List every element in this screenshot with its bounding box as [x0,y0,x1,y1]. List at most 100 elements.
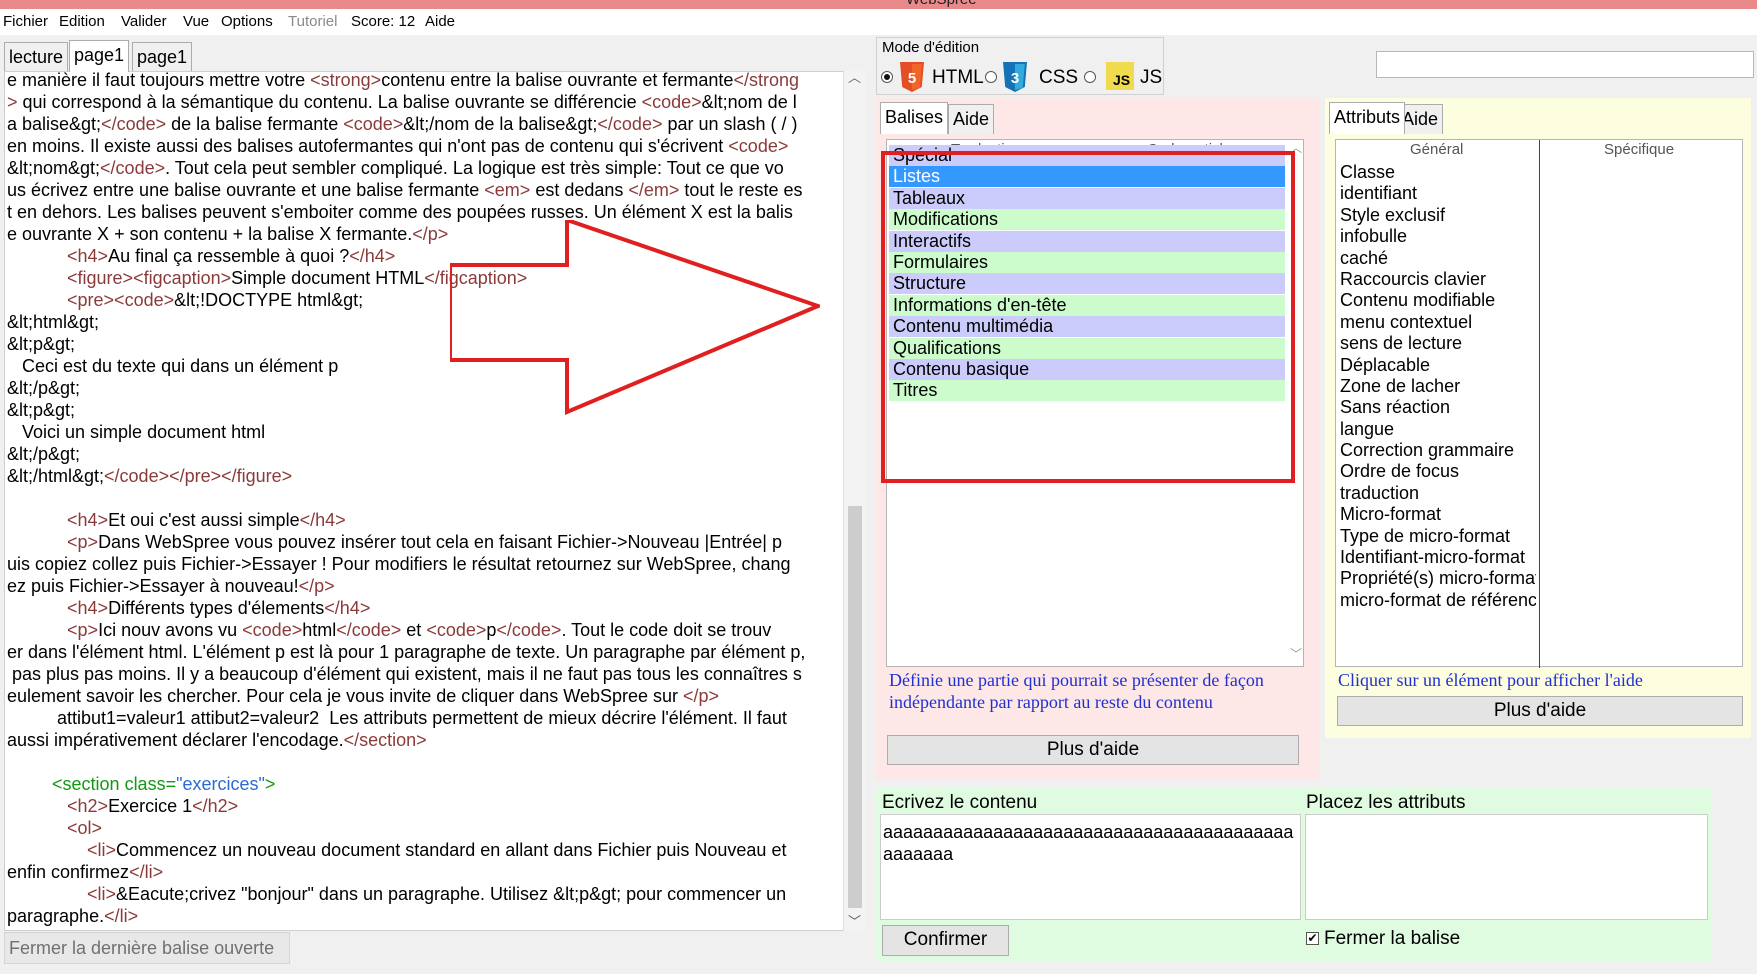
code-token: > [7,92,18,112]
code-token: Différents types d'élements [108,598,325,618]
code-line: en moins. Il existe aussi des balises au… [7,135,827,157]
code-editor[interactable]: e manière il faut toujours mettre votre … [4,71,847,931]
attribute-item[interactable]: Identifiant-micro-format [1340,547,1536,568]
code-token: "exercices" [176,774,265,794]
code-token: html [302,620,337,640]
code-token: &lt;nom&gt; [7,158,101,178]
code-token: &lt;p&gt; [7,400,76,420]
tag-more-help-button[interactable]: Plus d'aide [887,735,1299,765]
arrow-annotation-icon [450,220,820,416]
attributes-textarea[interactable] [1305,814,1708,920]
attribute-item[interactable]: langue [1340,419,1536,440]
code-line: us écrivez entre une balise ouvrante et … [7,179,827,201]
attribute-help-text: Cliquer sur un élément pour afficher l'a… [1338,670,1643,690]
close-tag-label[interactable]: Fermer la balise [1324,928,1460,950]
close-tag-checkbox[interactable]: ✔ [1306,932,1319,945]
attribute-item[interactable]: identifiant [1340,183,1536,204]
code-token: <p> [67,620,99,640]
html-mode-radio[interactable] [881,71,893,83]
code-line: &lt;/p&gt; [7,443,827,465]
code-token: attibut1=valeur1 attibut2=valeur2 Les at… [7,708,787,728]
code-token: <h2> [67,796,109,816]
balises-tab-balises[interactable]: Balises [880,102,949,134]
code-token: <code> [641,92,702,112]
code-token: </p> [412,224,449,244]
attribute-item[interactable]: Correction grammaire [1340,440,1536,461]
scroll-down-icon[interactable]: ﹀ [848,911,861,930]
attribute-item[interactable]: Type de micro-format [1340,526,1536,547]
attribute-item[interactable]: Classe [1340,162,1536,183]
menu-tutoriel[interactable]: Tutoriel [288,13,337,30]
css-mode-label: CSS [1039,67,1079,88]
attribute-item[interactable]: Micro-format [1340,504,1536,525]
css-mode-radio[interactable] [985,71,997,83]
attribute-tab-attributs[interactable]: Attributs [1329,102,1406,134]
tag-help-text: Définie une partie qui pourrait se prése… [889,670,1264,712]
svg-text:3: 3 [1011,70,1019,87]
balises-tab-aide[interactable]: Aide [948,104,995,134]
editor-tab-2[interactable]: page1 [132,42,193,72]
menu-aide[interactable]: Aide [425,13,455,30]
code-token: &lt;/p&gt; [7,444,81,464]
column-divider [1539,140,1540,668]
attribute-item[interactable]: Contenu modifiable [1340,290,1536,311]
attribute-item[interactable]: menu contextuel [1340,312,1536,333]
code-token: Ici nouv avons vu [98,620,243,640]
code-token: eulement savoir les chercher. Pour cela … [7,686,684,706]
menu-edition[interactable]: Edition [59,13,105,30]
code-line: uis copiez collez puis Fichier->Essayer … [7,553,827,575]
list-scroll-down-icon[interactable]: ﹀ [1290,645,1302,662]
attribute-item[interactable]: traduction [1340,483,1536,504]
attribute-item[interactable]: Zone de lacher [1340,376,1536,397]
menu-vue[interactable]: Vue [183,13,209,30]
code-token: &lt;/nom de la balise&gt; [403,114,598,134]
column-general[interactable]: Général [1410,141,1463,158]
code-line: ez puis Fichier->Essayer à nouveau!</p> [7,575,827,597]
editor-tab-1[interactable]: page1 [69,40,130,72]
code-token: <code> [728,136,789,156]
attribute-item[interactable]: infobulle [1340,226,1536,247]
content-textarea[interactable]: aaaaaaaaaaaaaaaaaaaaaaaaaaaaaaaaaaaaaaaa… [880,814,1301,920]
code-line: Voici un simple document html [7,421,827,443]
code-line: eulement savoir les chercher. Pour cela … [7,685,827,707]
attribute-more-help-button[interactable]: Plus d'aide [1337,696,1743,726]
attribute-item[interactable]: Déplacable [1340,355,1536,376]
code-token: </strong [733,71,799,90]
editor-tab-0[interactable]: lecture [4,42,69,72]
menu-valider[interactable]: Valider [121,13,167,30]
code-token: Exercice 1 [108,796,193,816]
js-mode-radio[interactable] [1084,71,1096,83]
js-icon: JS [1106,62,1134,90]
scroll-up-icon[interactable]: ︿ [848,67,861,86]
attribute-table[interactable]: Général Spécifique Classe identifiant Styl… [1335,139,1743,668]
attribute-item[interactable]: sens de lecture [1340,333,1536,354]
attribute-item[interactable]: Style exclusif [1340,205,1536,226]
menu-options[interactable]: Options [221,13,273,30]
close-last-tag-button[interactable]: Fermer la dernière balise ouverte [4,932,290,964]
attribute-item[interactable]: Ordre de focus [1340,461,1536,482]
code-token: e manière il faut toujours mettre votre [7,71,311,90]
attribute-item[interactable]: caché [1340,248,1536,269]
svg-text:5: 5 [908,70,916,87]
code-token: de la balise fermante [166,114,344,134]
attribute-item[interactable]: micro-format de référence [1340,590,1536,611]
attribute-item[interactable]: Propriété(s) micro-format [1340,568,1536,589]
search-input[interactable] [1376,51,1754,78]
code-text[interactable]: e manière il faut toujours mettre votre … [7,71,827,927]
code-token: </em> [628,180,680,200]
code-token: </li> [104,906,139,926]
confirm-button[interactable]: Confirmer [882,925,1009,956]
code-token: </h4> [349,246,396,266]
code-token: &lt;!DOCTYPE html&gt; [174,290,364,310]
menu-score-12[interactable]: Score: 12 [351,13,415,30]
code-token: <li> [87,884,117,904]
scrollbar-thumb[interactable] [848,506,862,908]
attribute-item[interactable]: Sans réaction [1340,397,1536,418]
attribute-item[interactable]: Raccourcis clavier [1340,269,1536,290]
menu-fichier[interactable]: Fichier [3,13,48,30]
editor-scrollbar[interactable]: ︿ ﹀ [843,70,865,931]
column-specifique[interactable]: Spécifique [1604,141,1674,158]
